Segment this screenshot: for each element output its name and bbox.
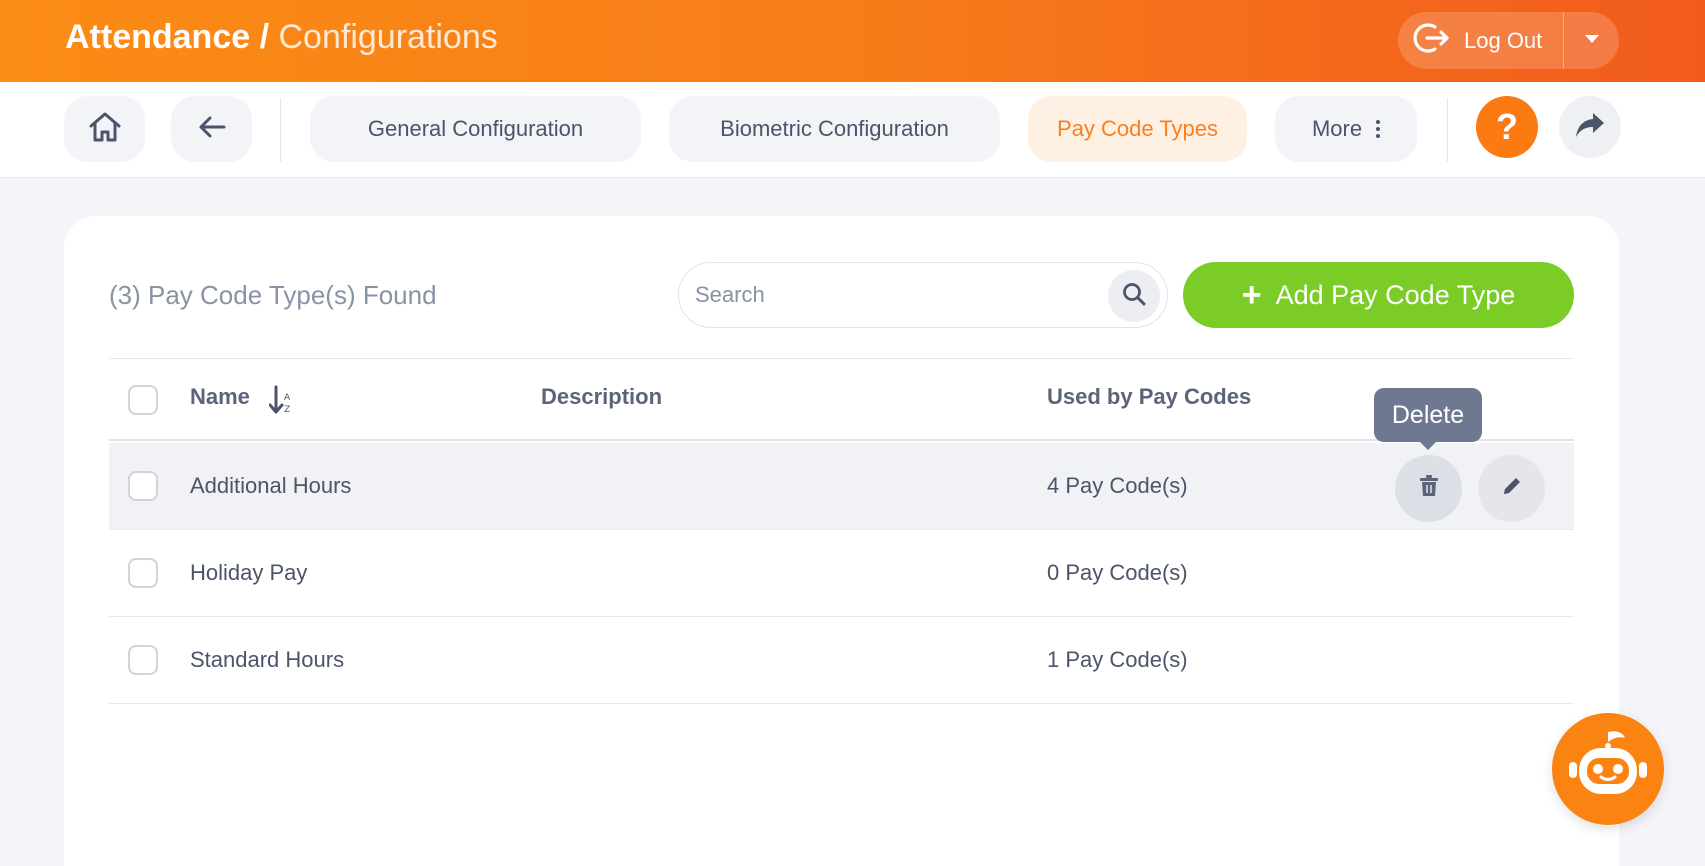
nav-divider-right bbox=[1447, 98, 1448, 162]
nav-bar: General Configuration Biometric Configur… bbox=[0, 82, 1705, 178]
sort-alpha-down-icon[interactable]: A Z bbox=[268, 385, 295, 420]
row-used-by: 4 Pay Code(s) bbox=[1047, 473, 1188, 498]
vertical-dots-icon bbox=[1376, 120, 1381, 138]
search-box bbox=[678, 262, 1168, 328]
plus-icon: + bbox=[1241, 276, 1262, 314]
home-icon bbox=[86, 108, 124, 151]
results-count: (3) Pay Code Type(s) Found bbox=[109, 280, 437, 310]
table-row[interactable]: Additional Hours 4 Pay Code(s) bbox=[109, 443, 1574, 530]
table-row[interactable]: Holiday Pay 0 Pay Code(s) bbox=[109, 530, 1574, 617]
column-header-name[interactable]: Name bbox=[190, 384, 250, 410]
tab-biometric-configuration[interactable]: Biometric Configuration bbox=[669, 96, 1000, 162]
delete-button[interactable] bbox=[1395, 455, 1462, 522]
share-button[interactable] bbox=[1559, 96, 1621, 158]
svg-text:A: A bbox=[284, 393, 291, 403]
select-all-checkbox[interactable] bbox=[128, 385, 158, 415]
row-name: Holiday Pay bbox=[190, 560, 308, 585]
table-row[interactable]: Standard Hours 1 Pay Code(s) bbox=[109, 617, 1574, 704]
logout-label: Log Out bbox=[1464, 27, 1543, 53]
page-title-sub: Configurations bbox=[278, 18, 498, 56]
logout-group: Log Out bbox=[1398, 12, 1619, 69]
row-name: Additional Hours bbox=[190, 473, 352, 498]
tab-general-configuration[interactable]: General Configuration bbox=[310, 96, 641, 162]
back-button[interactable] bbox=[171, 96, 252, 162]
app-header: Attendance / Configurations Log Out bbox=[0, 0, 1705, 82]
search-button[interactable] bbox=[1108, 270, 1160, 322]
edit-button[interactable] bbox=[1478, 455, 1545, 522]
tab-pay-code-types[interactable]: Pay Code Types bbox=[1028, 96, 1247, 162]
share-icon bbox=[1574, 110, 1606, 145]
nav-divider bbox=[280, 98, 281, 162]
add-button-label: Add Pay Code Type bbox=[1275, 279, 1516, 310]
row-name: Standard Hours bbox=[190, 647, 345, 672]
search-icon bbox=[1121, 281, 1147, 312]
logout-dropdown-button[interactable] bbox=[1564, 12, 1619, 69]
row-checkbox[interactable] bbox=[128, 645, 158, 675]
robot-assistant-icon bbox=[1563, 722, 1653, 817]
row-used-by: 1 Pay Code(s) bbox=[1047, 647, 1188, 672]
svg-text:Z: Z bbox=[284, 405, 290, 415]
delete-tooltip: Delete bbox=[1374, 388, 1482, 450]
caret-down-icon bbox=[1583, 32, 1601, 50]
logout-button[interactable]: Log Out bbox=[1398, 12, 1563, 69]
row-used-by: 0 Pay Code(s) bbox=[1047, 560, 1188, 585]
table-header: Name A Z Description Used by Pay Codes bbox=[109, 359, 1574, 441]
column-header-description: Description bbox=[541, 384, 663, 409]
search-input[interactable] bbox=[695, 273, 1085, 317]
logout-icon bbox=[1412, 18, 1452, 63]
tab-more[interactable]: More bbox=[1275, 96, 1417, 162]
page-title: Attendance / Configurations bbox=[65, 18, 498, 57]
pencil-icon bbox=[1500, 474, 1524, 503]
assistant-bot-button[interactable] bbox=[1552, 713, 1664, 825]
row-checkbox[interactable] bbox=[128, 558, 158, 588]
help-button[interactable]: ? bbox=[1476, 96, 1538, 158]
tab-more-label: More bbox=[1311, 116, 1363, 141]
question-icon: ? bbox=[1496, 106, 1518, 147]
add-pay-code-type-button[interactable]: + Add Pay Code Type bbox=[1183, 262, 1574, 328]
trash-icon bbox=[1418, 474, 1440, 503]
arrow-left-icon bbox=[196, 111, 228, 148]
column-header-used-by: Used by Pay Codes bbox=[1047, 384, 1252, 409]
home-button[interactable] bbox=[64, 96, 145, 162]
page-title-main: Attendance / bbox=[65, 18, 270, 56]
row-checkbox[interactable] bbox=[128, 471, 158, 501]
